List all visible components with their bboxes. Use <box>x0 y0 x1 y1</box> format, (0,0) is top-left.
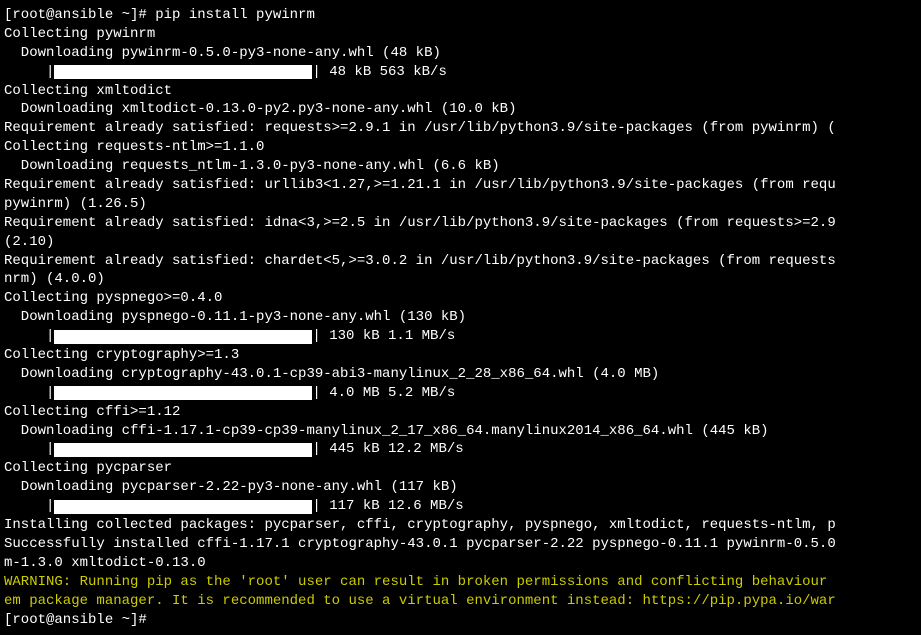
terminal-line: em package manager. It is recommended to… <box>4 592 917 611</box>
terminal-line: [root@ansible ~]# <box>4 611 917 630</box>
terminal-line: nrm) (4.0.0) <box>4 270 917 289</box>
terminal-line: Collecting pycparser <box>4 459 917 478</box>
terminal-line: Collecting cffi>=1.12 <box>4 403 917 422</box>
progress-suffix: | 117 kB 12.6 MB/s <box>312 497 463 516</box>
terminal-line: Downloading pywinrm-0.5.0-py3-none-any.w… <box>4 44 917 63</box>
terminal-line: Collecting cryptography>=1.3 <box>4 346 917 365</box>
terminal-line: Downloading xmltodict-0.13.0-py2.py3-non… <box>4 100 917 119</box>
terminal-line: Installing collected packages: pycparser… <box>4 516 917 535</box>
terminal-line: Collecting pyspnego>=0.4.0 <box>4 289 917 308</box>
progress-bar <box>54 330 312 344</box>
progress-prefix: | <box>4 384 54 403</box>
progress-line: | | 48 kB 563 kB/s <box>4 63 917 82</box>
terminal-line: Requirement already satisfied: requests>… <box>4 119 917 138</box>
terminal-line: Downloading pyspnego-0.11.1-py3-none-any… <box>4 308 917 327</box>
progress-suffix: | 445 kB 12.2 MB/s <box>312 440 463 459</box>
terminal-line: Requirement already satisfied: urllib3<1… <box>4 176 917 195</box>
progress-bar <box>54 386 312 400</box>
terminal-line: Requirement already satisfied: chardet<5… <box>4 252 917 271</box>
progress-prefix: | <box>4 327 54 346</box>
terminal-line: Collecting requests-ntlm>=1.1.0 <box>4 138 917 157</box>
terminal-line: Downloading requests_ntlm-1.3.0-py3-none… <box>4 157 917 176</box>
terminal-line: WARNING: Running pip as the 'root' user … <box>4 573 917 592</box>
terminal-line: m-1.3.0 xmltodict-0.13.0 <box>4 554 917 573</box>
progress-line: | | 4.0 MB 5.2 MB/s <box>4 384 917 403</box>
terminal-line: Collecting xmltodict <box>4 82 917 101</box>
progress-bar <box>54 65 312 79</box>
progress-line: | | 117 kB 12.6 MB/s <box>4 497 917 516</box>
progress-prefix: | <box>4 497 54 516</box>
terminal-line: Requirement already satisfied: idna<3,>=… <box>4 214 917 233</box>
terminal-line: Successfully installed cffi-1.17.1 crypt… <box>4 535 917 554</box>
terminal-line: Collecting pywinrm <box>4 25 917 44</box>
progress-bar <box>54 443 312 457</box>
terminal-line: [root@ansible ~]# pip install pywinrm <box>4 6 917 25</box>
terminal-line: Downloading cryptography-43.0.1-cp39-abi… <box>4 365 917 384</box>
terminal-line: pywinrm) (1.26.5) <box>4 195 917 214</box>
progress-suffix: | 48 kB 563 kB/s <box>312 63 446 82</box>
terminal-output: [root@ansible ~]# pip install pywinrmCol… <box>4 6 917 629</box>
progress-line: | | 445 kB 12.2 MB/s <box>4 440 917 459</box>
progress-prefix: | <box>4 63 54 82</box>
progress-line: | | 130 kB 1.1 MB/s <box>4 327 917 346</box>
progress-suffix: | 130 kB 1.1 MB/s <box>312 327 455 346</box>
progress-bar <box>54 500 312 514</box>
terminal-line: Downloading cffi-1.17.1-cp39-cp39-manyli… <box>4 422 917 441</box>
progress-prefix: | <box>4 440 54 459</box>
progress-suffix: | 4.0 MB 5.2 MB/s <box>312 384 455 403</box>
terminal-line: (2.10) <box>4 233 917 252</box>
terminal-line: Downloading pycparser-2.22-py3-none-any.… <box>4 478 917 497</box>
